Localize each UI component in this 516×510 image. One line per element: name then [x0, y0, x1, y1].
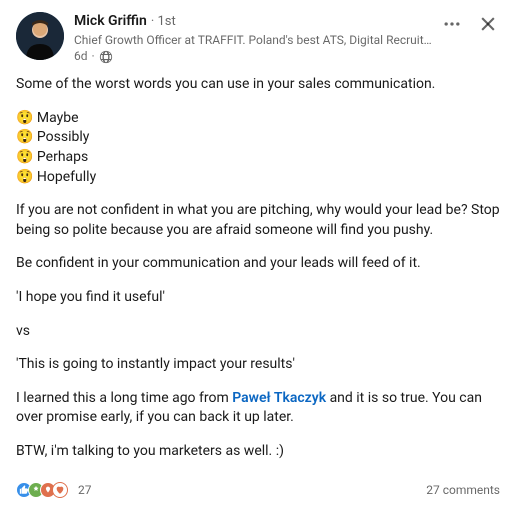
author-avatar[interactable]: [16, 12, 64, 60]
content-p1: If you are not confident in what you are…: [16, 201, 500, 240]
content-intro: Some of the worst words you can use in y…: [16, 75, 500, 95]
bullet-4: 😲 Hopefully: [16, 168, 500, 188]
post-content: Some of the worst words you can use in y…: [16, 75, 500, 461]
surprised-emoji: 😲: [16, 169, 33, 185]
surprised-emoji: 😲: [16, 149, 33, 165]
love-reaction-icon: [52, 482, 68, 498]
content-p5: 'This is going to instantly impact your …: [16, 355, 500, 375]
post-footer: 27 27 comments: [16, 476, 500, 499]
post-time: 6d: [74, 48, 88, 65]
post-header: Mick Griffin · 1st Chief Growth Officer …: [16, 12, 500, 65]
content-p7: BTW, i'm talking to you marketers as wel…: [16, 442, 500, 462]
content-p3: 'I hope you find it useful': [16, 288, 500, 308]
mention-link[interactable]: Paweł Tkaczyk: [232, 390, 326, 406]
surprised-emoji: 😲: [16, 110, 33, 126]
close-button[interactable]: [476, 12, 500, 36]
author-headline: Chief Growth Officer at TRAFFIT. Poland'…: [74, 32, 440, 49]
surprised-emoji: 😲: [16, 129, 33, 145]
bullet-2: 😲 Possibly: [16, 128, 500, 148]
author-name[interactable]: Mick Griffin: [74, 12, 147, 32]
more-options-button[interactable]: [440, 12, 464, 36]
comments-count[interactable]: 27 comments: [426, 482, 500, 499]
author-degree: · 1st: [151, 13, 176, 31]
bullet-3: 😲 Perhaps: [16, 148, 500, 168]
reactions-summary[interactable]: 27: [16, 482, 92, 499]
bullet-1: 😲 Maybe: [16, 109, 500, 129]
content-p6: I learned this a long time ago from Pawe…: [16, 389, 500, 428]
content-p2: Be confident in your communication and y…: [16, 254, 500, 274]
content-p4: vs: [16, 322, 500, 342]
reaction-count: 27: [78, 482, 92, 499]
globe-icon: [99, 50, 113, 64]
